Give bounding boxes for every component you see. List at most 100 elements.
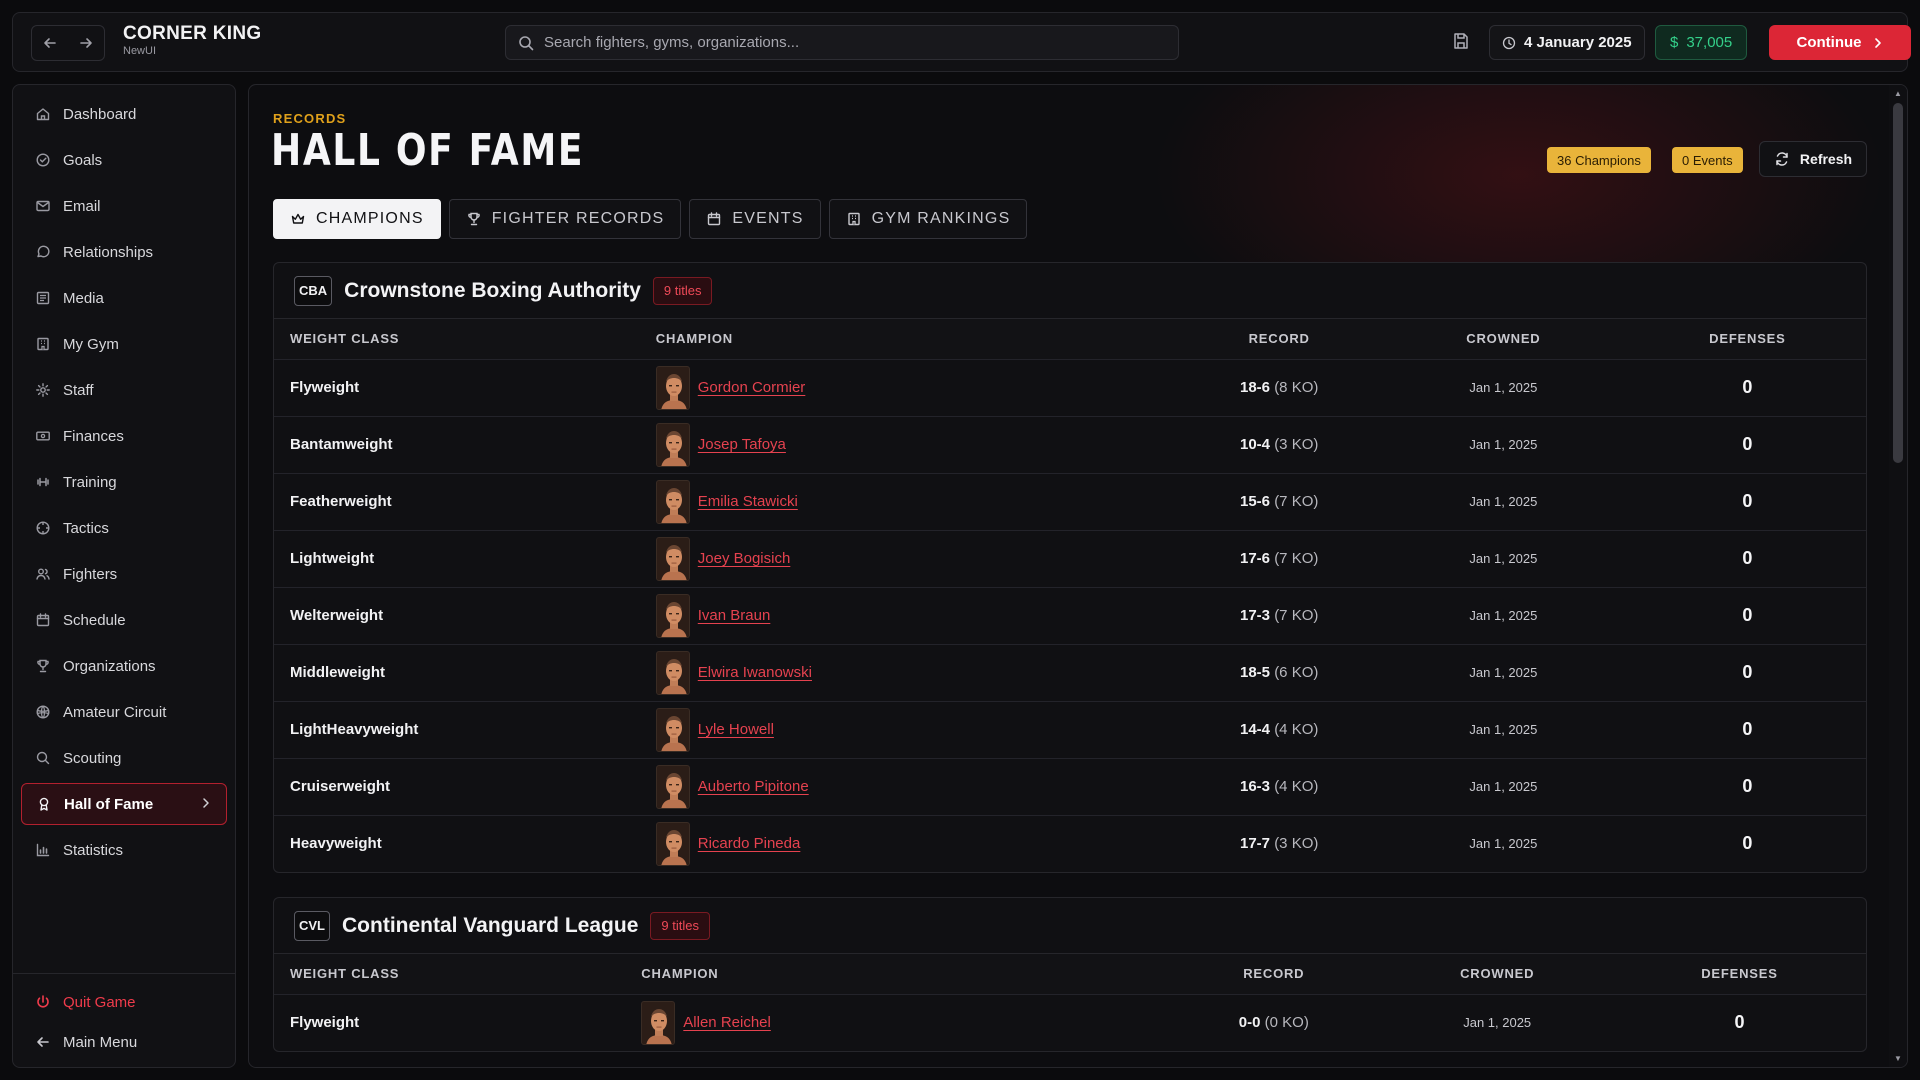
main-menu-label: Main Menu: [63, 1033, 138, 1051]
sidebar-item-staff[interactable]: Staff: [21, 369, 227, 411]
tab-events[interactable]: EVENTS: [689, 199, 821, 239]
org-card-cba: CBA Crownstone Boxing Authority 9 titles WE…: [273, 262, 1867, 873]
tab-fighter-records[interactable]: FIGHTER RECORDS: [448, 199, 682, 239]
org-header: CBA Crownstone Boxing Authority 9 titles: [274, 263, 1866, 319]
refresh-button[interactable]: Refresh: [1759, 141, 1867, 177]
home-icon: [36, 108, 50, 121]
table-row: Flyweight Gordon Cormier 18-6 (8 KO) Jan 1,…: [274, 358, 1866, 416]
champion-link[interactable]: Gordon Cormier: [698, 379, 806, 396]
search-input[interactable]: Search fighters, gyms, organizations...: [505, 25, 1179, 60]
sidebar-item-label: Scouting: [63, 749, 122, 767]
sidebar-item-scouting[interactable]: Scouting: [21, 737, 227, 779]
record-cell: 0-0 (0 KO): [1166, 993, 1382, 1051]
ko-count: (8 KO): [1274, 379, 1319, 396]
champion-link[interactable]: Josep Tafoya: [698, 436, 786, 453]
sidebar-item-relationships[interactable]: Relationships: [21, 231, 227, 273]
scroll-up-arrow[interactable]: ▲: [1894, 89, 1902, 98]
quit-game-button[interactable]: Quit Game: [21, 982, 227, 1022]
avatar[interactable]: [655, 365, 690, 410]
champion-cell: Joey Bogisich: [655, 529, 1181, 587]
avatar[interactable]: [655, 536, 690, 581]
champion-link[interactable]: Auberto Pipitone: [698, 778, 809, 795]
record-value: 16-3: [1239, 778, 1271, 795]
sidebar-item-my-gym[interactable]: My Gym: [21, 323, 227, 365]
avatar[interactable]: [655, 707, 690, 752]
champion-link[interactable]: Elwira Iwanowski: [698, 664, 812, 681]
avatar[interactable]: [655, 479, 690, 524]
sidebar-item-dashboard[interactable]: Dashboard: [21, 93, 227, 135]
champion-cell: Auberto Pipitone: [655, 757, 1181, 815]
trophy-icon: [467, 212, 480, 226]
sidebar-item-hall-of-fame[interactable]: Hall of Fame: [21, 783, 227, 825]
bar-chart-icon: [36, 843, 50, 857]
avatar[interactable]: [655, 650, 690, 695]
ko-count: (4 KO): [1274, 721, 1319, 738]
tab-gym-rankings[interactable]: GYM RANKINGS: [828, 199, 1028, 239]
table-row: Bantamweight Josep Tafoya 10-4 (3 KO) Jan 1…: [274, 415, 1866, 473]
crowned-cell: Jan 1, 2025: [1377, 529, 1629, 587]
ko-count: (7 KO): [1274, 550, 1319, 567]
org-name[interactable]: Continental Vanguard League: [342, 914, 638, 938]
forward-button[interactable]: [68, 26, 104, 60]
sidebar-item-amateur-circuit[interactable]: Amateur Circuit: [21, 691, 227, 733]
champion-cell: Lyle Howell: [655, 700, 1181, 758]
fighter-portrait: [642, 1001, 675, 1044]
record-value: 18-5: [1239, 664, 1271, 681]
crowned-cell: Jan 1, 2025: [1377, 814, 1629, 872]
sidebar-item-training[interactable]: Training: [21, 461, 227, 503]
sidebar-item-goals[interactable]: Goals: [21, 139, 227, 181]
avatar[interactable]: [655, 593, 690, 638]
continue-label: Continue: [1796, 34, 1862, 51]
sidebar-nav: Dashboard Goals Email Relationships Media My …: [21, 93, 227, 875]
champion-link[interactable]: Emilia Stawicki: [698, 493, 798, 510]
sidebar-item-label: Staff: [63, 381, 94, 399]
champion-link[interactable]: Ivan Braun: [698, 607, 771, 624]
avatar[interactable]: [655, 422, 690, 467]
sidebar-item-label: Organizations: [63, 657, 156, 675]
sidebar-item-fighters[interactable]: Fighters: [21, 553, 227, 595]
avatar[interactable]: [655, 764, 690, 809]
champion-link[interactable]: Ricardo Pineda: [698, 835, 801, 852]
ko-count: (7 KO): [1274, 607, 1319, 624]
champion-link[interactable]: Joey Bogisich: [698, 550, 791, 567]
col-champion: CHAMPION: [655, 319, 1181, 359]
sidebar-item-schedule[interactable]: Schedule: [21, 599, 227, 641]
calendar-icon: [36, 613, 50, 627]
champion-cell: Ivan Braun: [655, 586, 1181, 644]
sidebar-item-label: Relationships: [63, 243, 154, 261]
champion-link[interactable]: Lyle Howell: [698, 721, 774, 738]
champion-link[interactable]: Allen Reichel: [683, 1014, 771, 1031]
record-value: 15-6: [1239, 493, 1271, 510]
crowned-cell: Jan 1, 2025: [1377, 757, 1629, 815]
avatar[interactable]: [641, 1000, 676, 1045]
avatar[interactable]: [655, 821, 690, 866]
org-header: CVL Continental Vanguard League 9 titles: [274, 898, 1866, 954]
tab-champions[interactable]: CHAMPIONS: [273, 199, 441, 239]
sidebar-item-label: Media: [63, 289, 104, 307]
back-button[interactable]: [32, 26, 68, 60]
champions-count-badge: 36 Champions: [1547, 147, 1651, 173]
sidebar-item-tactics[interactable]: Tactics: [21, 507, 227, 549]
weight-class-cell: Bantamweight: [274, 415, 656, 473]
sidebar-item-finances[interactable]: Finances: [21, 415, 227, 457]
scroll-down-arrow[interactable]: ▼: [1894, 1054, 1902, 1063]
page-title: HALL OF FAME: [271, 125, 585, 176]
fighter-portrait: [656, 480, 689, 523]
record-cell: 14-4 (4 KO): [1180, 700, 1378, 758]
main-menu-button[interactable]: Main Menu: [21, 1022, 227, 1062]
scrollbar[interactable]: ▲ ▼: [1889, 85, 1907, 1067]
sidebar-item-statistics[interactable]: Statistics: [21, 829, 227, 871]
ko-count: (3 KO): [1274, 835, 1319, 853]
scroll-thumb[interactable]: [1893, 103, 1903, 463]
org-name[interactable]: Crownstone Boxing Authority: [344, 279, 641, 303]
record-value: 17-6: [1239, 550, 1271, 567]
sidebar-item-email[interactable]: Email: [21, 185, 227, 227]
save-button[interactable]: [1451, 31, 1471, 51]
arrow-left-icon: [37, 1037, 49, 1047]
record-cell: 18-5 (6 KO): [1180, 643, 1378, 701]
continue-button[interactable]: Continue: [1769, 25, 1911, 60]
table-header-row: WEIGHT CLASS CHAMPION RECORD CROWNED DEFENSE…: [274, 319, 1866, 359]
sidebar-item-organizations[interactable]: Organizations: [21, 645, 227, 687]
sidebar-item-media[interactable]: Media: [21, 277, 227, 319]
weight-class-cell: Flyweight: [274, 358, 656, 416]
